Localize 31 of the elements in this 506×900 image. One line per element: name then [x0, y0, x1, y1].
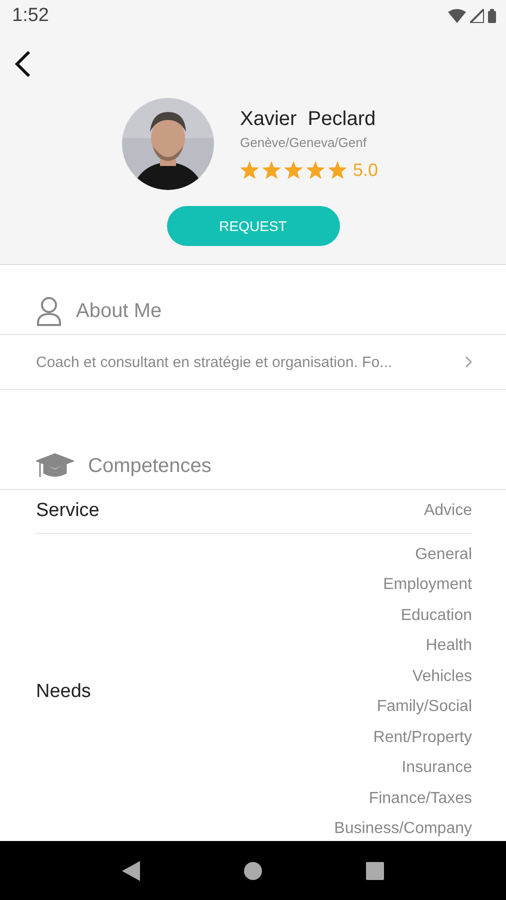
signal-icon: [470, 9, 484, 23]
wifi-icon: [448, 9, 466, 23]
competence-label: Service: [36, 500, 100, 522]
chevron-right-icon: [465, 356, 472, 368]
status-time: 1:52: [12, 5, 49, 27]
battery-icon: [488, 9, 496, 23]
competence-value: Advice: [424, 501, 472, 521]
competence-value: Finance/Taxes: [368, 788, 472, 808]
competence-value: Vehicles: [412, 666, 472, 686]
recents-nav-icon[interactable]: [366, 862, 384, 880]
back-button[interactable]: [14, 50, 32, 78]
competence-value: Health: [426, 636, 472, 656]
competence-value: General: [415, 544, 472, 564]
competence-value: Rent/Property: [373, 728, 472, 748]
section-title: About Me: [76, 300, 162, 323]
home-nav-icon[interactable]: [244, 862, 262, 880]
competence-value: Insurance: [402, 758, 472, 778]
competence-label: Needs: [36, 681, 91, 703]
rating-value: 5.0: [353, 160, 378, 180]
competence-value: Family/Social: [376, 697, 472, 717]
profile-location: Genève/Geneva/Genf: [240, 134, 368, 150]
back-nav-icon[interactable]: [122, 860, 140, 880]
section-title: Competences: [88, 455, 212, 478]
about-row[interactable]: Coach et consultant en stratégie et organisation. Fo...: [0, 335, 506, 390]
profile-name: Xavier Peclard: [240, 108, 377, 130]
request-button[interactable]: REQUEST: [166, 206, 340, 246]
competence-value: Education: [400, 606, 472, 626]
person-icon: [36, 296, 62, 326]
competence-value: Employment: [383, 575, 472, 595]
competence-value: Business/Company: [334, 819, 472, 839]
about-description: Coach et consultant en stratégie et organisation. Fo...: [36, 354, 392, 370]
